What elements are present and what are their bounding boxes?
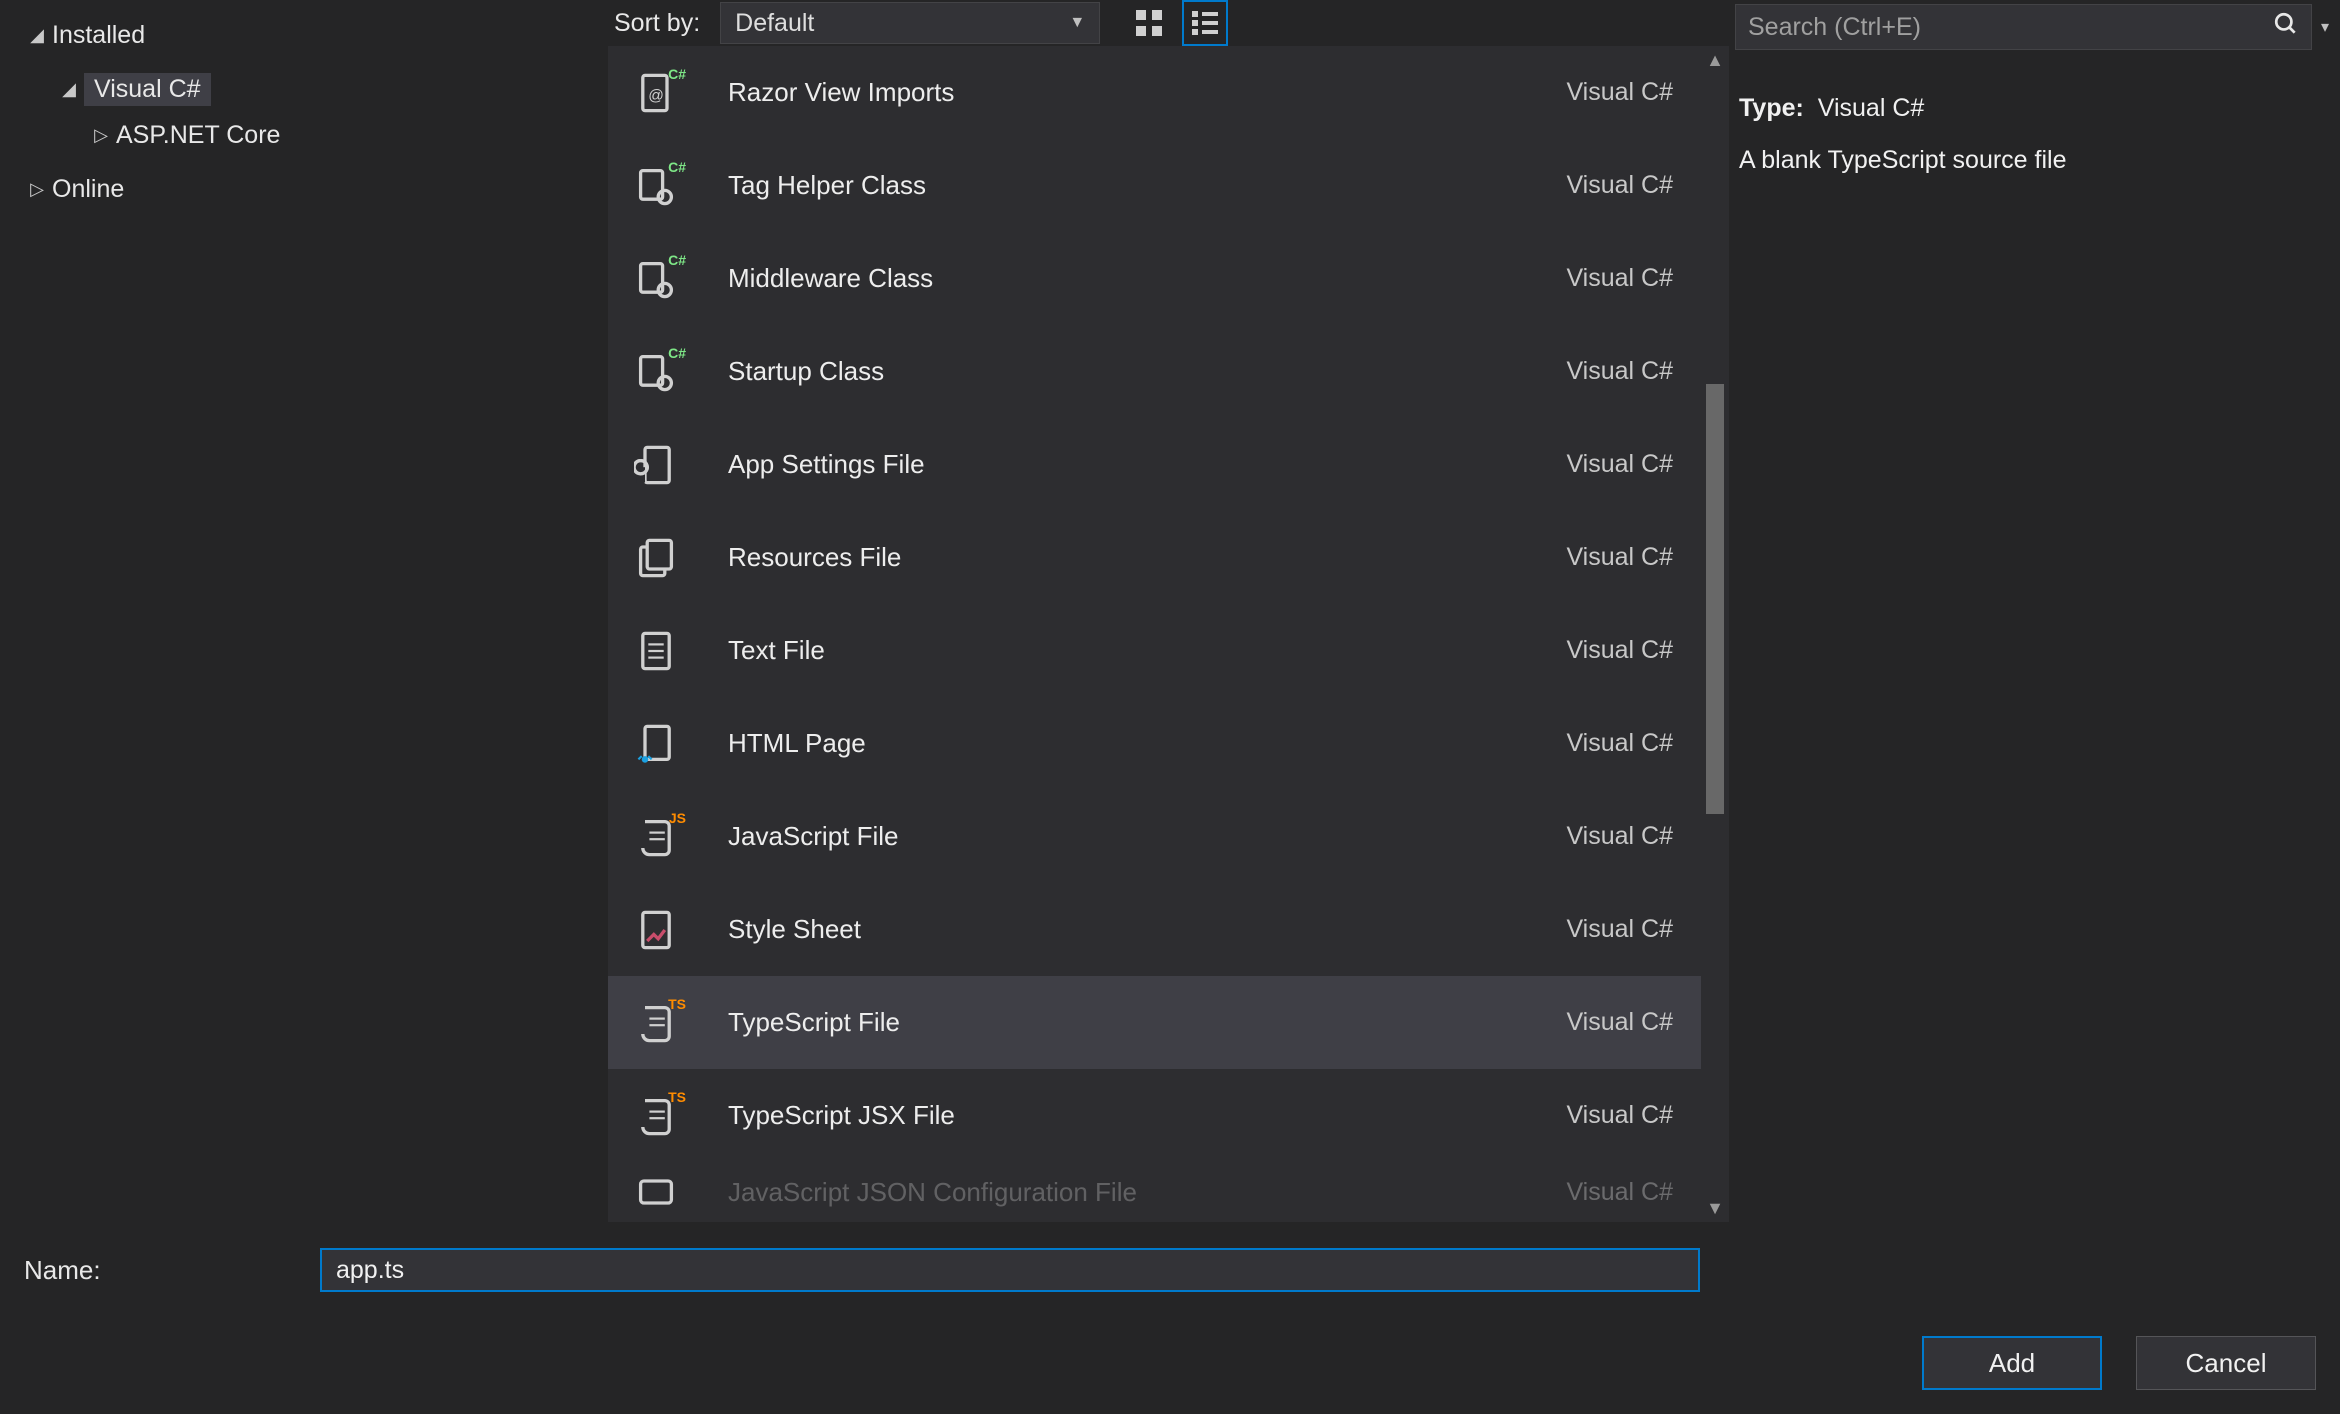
template-icon	[626, 722, 686, 766]
sort-bar: Sort by: Default ▼	[604, 0, 1729, 46]
tree-item-installed[interactable]: ◢ Installed	[0, 12, 604, 58]
collapse-icon: ◢	[60, 79, 78, 100]
sort-by-value: Default	[735, 9, 814, 38]
info-type-label: Type:	[1739, 94, 1804, 122]
template-row[interactable]: Style SheetVisual C#	[608, 883, 1701, 976]
svg-text:@: @	[648, 87, 664, 104]
template-icon: C#	[626, 350, 686, 394]
tree-item-aspnet-core[interactable]: ▷ ASP.NET Core	[0, 112, 604, 158]
grid-view-button[interactable]	[1126, 0, 1172, 46]
template-icon: @C#	[626, 71, 686, 115]
template-icon	[626, 629, 686, 673]
template-row[interactable]: JavaScript JSON Configuration FileVisual…	[608, 1162, 1701, 1222]
sort-by-dropdown[interactable]: Default ▼	[720, 2, 1100, 44]
name-input[interactable]	[320, 1248, 1700, 1292]
template-name: Startup Class	[686, 356, 1566, 387]
template-row[interactable]: JSJavaScript FileVisual C#	[608, 790, 1701, 883]
template-row[interactable]: TSTypeScript JSX FileVisual C#	[608, 1069, 1701, 1162]
template-icon	[626, 1170, 686, 1214]
template-language: Visual C#	[1566, 357, 1673, 386]
csharp-badge-icon: C#	[666, 253, 688, 267]
sort-by-label: Sort by:	[614, 9, 700, 38]
template-icon: C#	[626, 257, 686, 301]
template-language: Visual C#	[1566, 636, 1673, 665]
tree-item-visual-csharp[interactable]: ◢ Visual C#	[0, 66, 604, 112]
scroll-thumb[interactable]	[1706, 384, 1724, 814]
template-language: Visual C#	[1566, 915, 1673, 944]
template-language: Visual C#	[1566, 729, 1673, 758]
js-badge-icon: JS	[667, 811, 688, 825]
collapse-icon: ◢	[28, 25, 46, 46]
tree-label: Installed	[52, 21, 145, 50]
ts-badge-icon: TS	[666, 1090, 688, 1104]
template-icon: TS	[626, 1094, 686, 1138]
info-description: A blank TypeScript source file	[1739, 140, 2326, 180]
template-icon	[626, 443, 686, 487]
template-row[interactable]: TSTypeScript FileVisual C#	[608, 976, 1701, 1069]
name-label: Name:	[24, 1255, 320, 1286]
expand-icon: ▷	[92, 125, 110, 146]
template-language: Visual C#	[1566, 822, 1673, 851]
template-name: HTML Page	[686, 728, 1566, 759]
template-name: App Settings File	[686, 449, 1566, 480]
template-name: Style Sheet	[686, 914, 1566, 945]
template-row[interactable]: C#Tag Helper ClassVisual C#	[608, 139, 1701, 232]
scrollbar[interactable]: ▲ ▼	[1701, 46, 1729, 1222]
template-name: JavaScript JSON Configuration File	[686, 1177, 1566, 1208]
template-row[interactable]: HTML PageVisual C#	[608, 697, 1701, 790]
add-button[interactable]: Add	[1922, 1336, 2102, 1390]
template-language: Visual C#	[1566, 264, 1673, 293]
list-view-button[interactable]	[1182, 0, 1228, 46]
search-placeholder: Search (Ctrl+E)	[1748, 13, 1921, 42]
template-name: TypeScript File	[686, 1007, 1566, 1038]
template-language: Visual C#	[1566, 1101, 1673, 1130]
template-row[interactable]: App Settings FileVisual C#	[608, 418, 1701, 511]
template-name: TypeScript JSX File	[686, 1100, 1566, 1131]
template-name: Tag Helper Class	[686, 170, 1566, 201]
template-info: Type: Visual C# A blank TypeScript sourc…	[1729, 50, 2340, 180]
footer: Name: Add Cancel	[0, 1222, 2340, 1414]
search-input[interactable]: Search (Ctrl+E)	[1735, 4, 2312, 50]
template-language: Visual C#	[1566, 1008, 1673, 1037]
template-language: Visual C#	[1566, 78, 1673, 107]
template-list: @C#Razor View ImportsVisual C#C#Tag Help…	[608, 46, 1701, 1222]
template-language: Visual C#	[1566, 543, 1673, 572]
search-dropdown-button[interactable]: ▾	[2312, 17, 2334, 37]
tree-label: Visual C#	[84, 73, 211, 106]
view-toggle	[1126, 0, 1228, 46]
template-name: Middleware Class	[686, 263, 1566, 294]
template-row[interactable]: Resources FileVisual C#	[608, 511, 1701, 604]
template-name: Razor View Imports	[686, 77, 1566, 108]
csharp-badge-icon: C#	[666, 160, 688, 174]
chevron-down-icon: ▼	[1069, 14, 1085, 32]
template-language: Visual C#	[1566, 450, 1673, 479]
template-row[interactable]: @C#Razor View ImportsVisual C#	[608, 46, 1701, 139]
template-name: JavaScript File	[686, 821, 1566, 852]
info-type-value: Visual C#	[1818, 94, 1925, 122]
tree-item-online[interactable]: ▷ Online	[0, 166, 604, 212]
template-icon	[626, 536, 686, 580]
template-icon	[626, 908, 686, 952]
scroll-up-icon[interactable]: ▲	[1701, 46, 1729, 74]
template-name: Resources File	[686, 542, 1566, 573]
cancel-button[interactable]: Cancel	[2136, 1336, 2316, 1390]
template-language: Visual C#	[1566, 1178, 1673, 1207]
template-icon: JS	[626, 815, 686, 859]
category-tree: ◢ Installed ◢ Visual C# ▷ ASP.NET Core ▷…	[0, 0, 604, 1222]
csharp-badge-icon: C#	[666, 346, 688, 360]
expand-icon: ▷	[28, 179, 46, 200]
tree-label: Online	[52, 175, 124, 204]
template-row[interactable]: C#Startup ClassVisual C#	[608, 325, 1701, 418]
template-name: Text File	[686, 635, 1566, 666]
template-icon: TS	[626, 1001, 686, 1045]
ts-badge-icon: TS	[666, 997, 688, 1011]
template-row[interactable]: C#Middleware ClassVisual C#	[608, 232, 1701, 325]
tree-label: ASP.NET Core	[116, 121, 280, 150]
template-icon: C#	[626, 164, 686, 208]
csharp-badge-icon: C#	[666, 67, 688, 81]
template-language: Visual C#	[1566, 171, 1673, 200]
scroll-down-icon[interactable]: ▼	[1701, 1194, 1729, 1222]
search-icon	[2273, 11, 2299, 44]
template-row[interactable]: Text FileVisual C#	[608, 604, 1701, 697]
